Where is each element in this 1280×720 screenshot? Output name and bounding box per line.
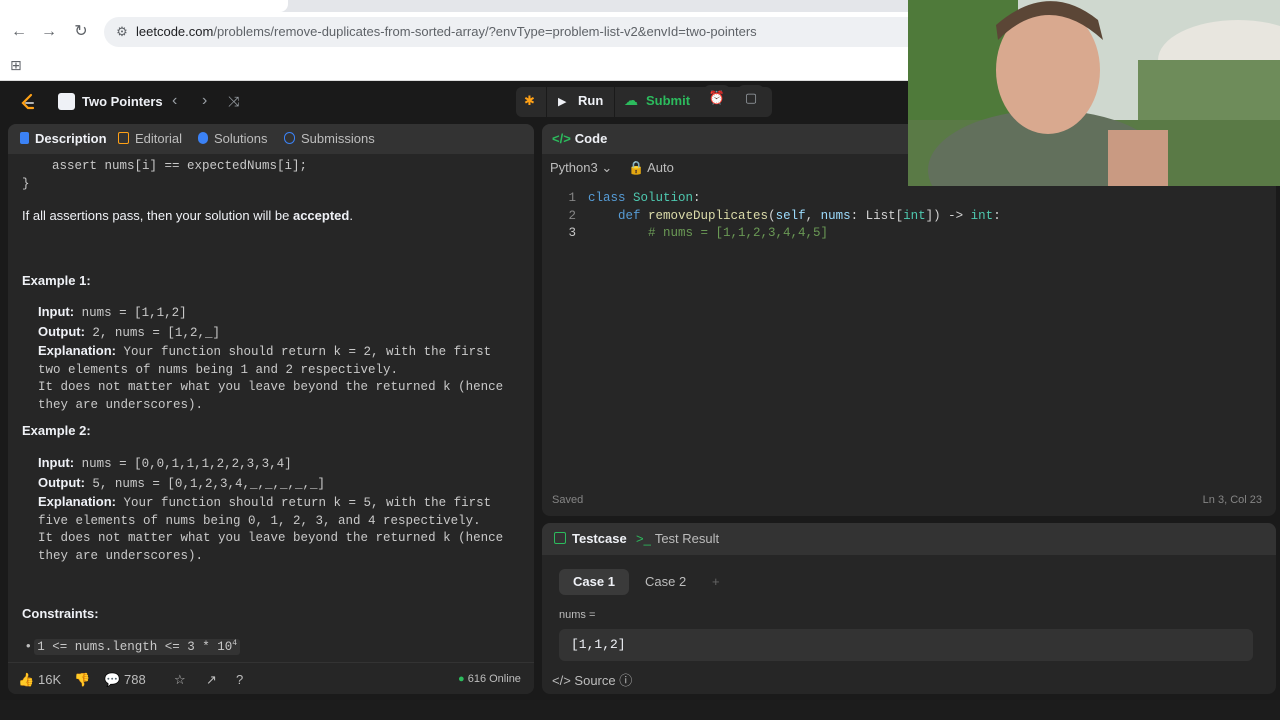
play-icon: ▶ (558, 96, 567, 108)
tab-testcase[interactable]: Testcase (554, 531, 627, 546)
apps-grid-icon[interactable]: ⊞ (10, 57, 22, 74)
description-tabs: Description Editorial Solutions Submissi… (8, 124, 534, 154)
line-number: 2 (568, 209, 576, 223)
judge-code-tail: assert nums[i] == expectedNums[i]; } (22, 159, 308, 191)
share-icon[interactable]: ↗ (206, 672, 217, 688)
address-bar[interactable]: ⚙ leetcode.com/problems/remove-duplicate… (104, 17, 924, 47)
line-number: 1 (568, 191, 576, 205)
forward-icon[interactable]: → (38, 21, 60, 43)
tab-solutions[interactable]: Solutions (198, 131, 267, 146)
url-text: leetcode.com/problems/remove-duplicates-… (136, 24, 757, 39)
dislike-icon[interactable]: 👎 (74, 672, 90, 688)
accept-text: If all assertions pass, then your soluti… (22, 208, 353, 223)
code-icon: </> (552, 131, 571, 146)
prev-problem-icon[interactable]: ‹ (172, 92, 177, 110)
case-2-tab[interactable]: Case 2 (631, 569, 700, 595)
webcam-video-icon (908, 0, 1280, 186)
run-submit-group: ✱ ▶ Run ☁ Submit (516, 87, 772, 117)
tab-submissions[interactable]: Submissions (284, 131, 375, 146)
nums-input[interactable]: [1,1,2] (559, 629, 1253, 661)
description-footer: 👍 16K 👎 💬 788 ☆ ↗ ? ● 616 Online (8, 662, 534, 694)
like-icon[interactable]: 👍 (18, 672, 34, 688)
tab-code[interactable]: </> Code (552, 131, 607, 146)
study-plan-title[interactable]: Two Pointers (82, 94, 163, 109)
case-1-tab[interactable]: Case 1 (559, 569, 629, 595)
flask-icon (198, 132, 208, 144)
testcase-panel: Testcase >_ Test Result Case 1 Case 2 + n… (542, 523, 1276, 694)
back-icon[interactable]: ← (8, 21, 30, 43)
example1-block: Input: nums = [1,1,2] Output: 2, nums = … (38, 304, 504, 412)
tab-description[interactable]: Description (20, 131, 107, 146)
submit-button[interactable]: Submit (646, 93, 690, 108)
cursor-position: Ln 3, Col 23 (1202, 494, 1262, 506)
example1-title: Example 1: (22, 273, 91, 288)
language-select[interactable]: Python3 ⌄ (550, 160, 612, 176)
testcase-tabs: Testcase >_ Test Result (542, 523, 1276, 555)
example2-title: Example 2: (22, 423, 91, 438)
cloud-upload-icon: ☁ (624, 92, 638, 108)
code-line-3[interactable]: # nums = [1,1,2,3,4,4,5] (588, 226, 828, 240)
system-dock (0, 700, 1280, 720)
line-number: 3 (568, 226, 576, 240)
code-line-1[interactable]: class Solution: (588, 191, 701, 205)
run-button[interactable]: Run (578, 93, 603, 108)
history-icon (284, 132, 295, 144)
description-panel: Description Editorial Solutions Submissi… (8, 124, 534, 694)
note-icon[interactable]: ▢ (738, 85, 764, 111)
nums-label: nums = (559, 609, 596, 621)
reload-icon[interactable]: ↻ (70, 21, 92, 43)
code-line-2[interactable]: def removeDuplicates(self, nums: List[in… (588, 209, 1001, 223)
saved-status: Saved (552, 494, 584, 506)
code-icon: </> (552, 673, 571, 688)
online-count: ● 616 Online (458, 673, 521, 685)
auto-mode[interactable]: 🔒 Auto (628, 160, 674, 176)
checkbox-icon (554, 532, 566, 544)
comment-count: 788 (124, 672, 146, 687)
study-plan-icon (58, 93, 75, 110)
next-problem-icon[interactable]: › (202, 92, 207, 110)
editorial-icon (118, 132, 129, 144)
help-icon[interactable]: ? (236, 672, 243, 687)
debug-bug-icon[interactable]: ✱ (524, 93, 535, 109)
constraint-item: • 1 <= nums.length <= 3 * 104 (26, 638, 241, 655)
source-link[interactable]: </> Source ⓘ (552, 670, 632, 689)
help-icon: ⓘ (619, 673, 633, 688)
like-count: 16K (38, 672, 62, 687)
leetcode-logo-icon[interactable] (18, 92, 38, 112)
star-icon[interactable]: ☆ (174, 672, 186, 688)
terminal-icon: >_ (636, 531, 651, 546)
site-info-icon[interactable]: ⚙ (114, 24, 130, 40)
tab-test-result[interactable]: >_ Test Result (636, 531, 719, 546)
webcam-overlay (908, 0, 1280, 186)
tab-editorial[interactable]: Editorial (118, 131, 182, 146)
document-icon (20, 132, 29, 144)
add-case-icon[interactable]: + (698, 569, 734, 595)
example2-block: Input: nums = [0,0,1,1,1,2,2,3,3,4] Outp… (38, 455, 504, 563)
constraints-title: Constraints: (22, 606, 99, 621)
shuffle-icon[interactable]: ⤨ (228, 93, 239, 110)
lock-icon: 🔒 (628, 160, 645, 175)
browser-active-tab[interactable] (0, 0, 288, 12)
timer-icon[interactable]: ⏰ (704, 85, 730, 111)
comment-icon[interactable]: 💬 (104, 672, 120, 688)
